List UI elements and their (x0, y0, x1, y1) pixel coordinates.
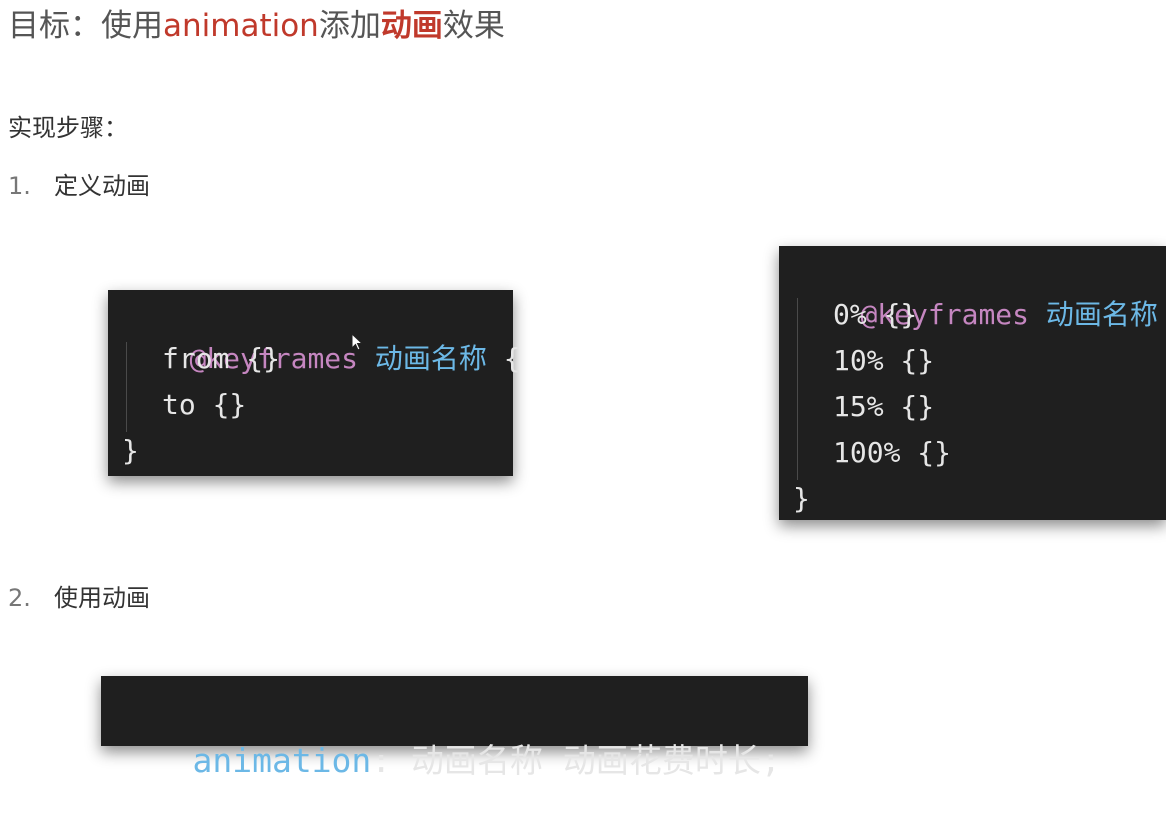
code-line-0-percent: 0% {} (833, 298, 918, 331)
title-middle: 添加 (318, 8, 381, 44)
code-line-animation: animation: 动画名称 动画花费时长; (113, 686, 780, 780)
code-line-10-percent: 10% {} (833, 344, 935, 377)
code-line-15-percent: 15% {} (833, 390, 935, 423)
animation-name: 动画名称 (374, 342, 487, 375)
colon: : (371, 741, 392, 780)
title-prefix: 目标：使用 (8, 8, 163, 44)
code-line-keyframes: @keyframes 动画名称 { (122, 290, 520, 375)
title-emphasis: 动画 (380, 8, 443, 44)
code-block-usage: animation: 动画名称 动画花费时长; (101, 676, 808, 780)
code-line-100-percent: 100% {} (833, 436, 952, 469)
step-2-number: 2. (8, 584, 31, 612)
title-animation-word: animation (163, 8, 319, 44)
mouse-pointer-icon (351, 333, 363, 351)
code-line-keyframes: @keyframes 动画名称 { (793, 246, 1166, 331)
code-line-from: from {} (162, 342, 281, 375)
animation-name: 动画名称 (1045, 298, 1158, 331)
step-2-label: 使用动画 (54, 584, 150, 612)
close-brace: } (122, 434, 139, 467)
step-1: 1. 定义动画 (8, 170, 150, 202)
step-1-label: 定义动画 (54, 172, 150, 200)
animation-value: 动画名称 动画花费时长; (391, 741, 781, 780)
page-title: 目标：使用animation添加动画效果 (8, 6, 505, 46)
steps-heading: 实现步骤： (8, 114, 128, 142)
code-block-percent: @keyframes 动画名称 { 0% {} 10% {} 15% {} 10… (779, 246, 1166, 520)
close-brace: } (793, 482, 810, 515)
title-suffix: 效果 (442, 8, 505, 44)
step-1-number: 1. (8, 172, 31, 200)
code-block-from-to: @keyframes 动画名称 { from {} to {} } (108, 290, 521, 476)
code-line-to: to {} (162, 388, 247, 421)
step-2: 2. 使用动画 (8, 582, 150, 614)
open-brace: { (503, 342, 521, 375)
animation-property: animation (192, 741, 372, 780)
